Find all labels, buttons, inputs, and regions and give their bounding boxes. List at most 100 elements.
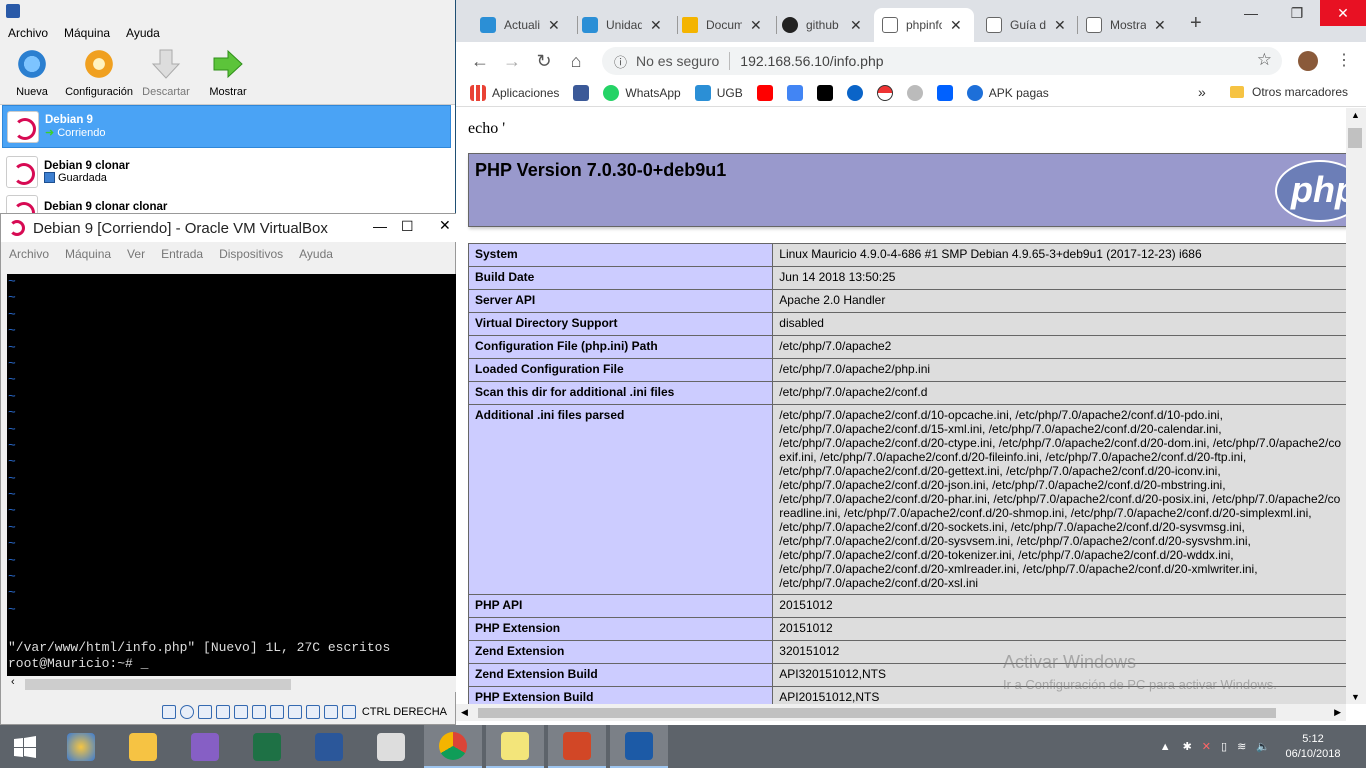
tab-github[interactable]: github ✕ [774, 8, 874, 42]
close-tab-icon[interactable]: ✕ [548, 17, 560, 34]
tab-mostrar[interactable]: Mostra ✕ [1078, 8, 1182, 42]
security-status[interactable]: No es seguro [636, 53, 719, 69]
bookmark-facebook[interactable] [573, 85, 590, 101]
forward-arrow-icon[interactable]: → [496, 51, 528, 72]
close-tab-icon[interactable]: ✕ [1054, 17, 1066, 34]
menu-maquina[interactable]: Máquina [56, 24, 118, 44]
scroll-left-icon[interactable]: ◀ [461, 707, 468, 718]
tray-expand-icon[interactable]: ▲ [1160, 741, 1171, 753]
keyboard-capture-icon[interactable] [341, 705, 356, 719]
php-logo[interactable]: php [1275, 160, 1346, 222]
new-vm-button[interactable]: Nueva [2, 48, 62, 100]
taskbar-sticky-notes[interactable] [486, 725, 544, 768]
recording-icon[interactable] [287, 705, 302, 719]
taskbar-visual-studio[interactable] [176, 725, 234, 768]
close-tab-icon[interactable]: ✕ [750, 17, 762, 34]
taskbar-chrome[interactable] [424, 725, 482, 768]
close-tab-icon[interactable]: ✕ [950, 17, 962, 34]
vm-list-item[interactable]: Debian 9 clonar Guardada [2, 150, 451, 193]
battery-icon[interactable]: ▯ [1221, 740, 1227, 753]
vm-titlebar[interactable]: Debian 9 [Corriendo] - Oracle VM Virtual… [1, 214, 457, 242]
scroll-right-icon[interactable]: ▶ [1334, 707, 1341, 718]
vm-menu-ver[interactable]: Ver [119, 244, 153, 266]
bookmark-chrome-ext[interactable] [906, 85, 923, 101]
bookmark-dropbox[interactable] [936, 85, 953, 101]
address-bar[interactable]: ⓘ No es seguro 192.168.56.10/info.php ☆ [602, 47, 1282, 75]
menu-ayuda[interactable]: Ayuda [118, 24, 168, 44]
menu-archivo[interactable]: Archivo [0, 24, 56, 44]
bookmark-apps[interactable]: Aplicaciones [470, 85, 559, 101]
page-vertical-scrollbar[interactable]: ▲ ▼ [1346, 108, 1366, 704]
scroll-down-icon[interactable]: ▼ [1351, 692, 1360, 702]
close-tab-icon[interactable]: ✕ [850, 17, 862, 34]
network-icon[interactable] [215, 705, 230, 719]
bookmark-x[interactable] [816, 85, 833, 101]
taskbar-word[interactable] [300, 725, 358, 768]
close-button[interactable]: ✕ [439, 217, 451, 234]
tab-actualiz[interactable]: Actualiz ✕ [472, 8, 576, 42]
bookmark-translate[interactable] [786, 85, 803, 101]
bookmark-whatsapp[interactable]: WhatsApp [603, 85, 681, 101]
home-icon[interactable]: ⌂ [560, 51, 592, 72]
taskbar-excel[interactable] [238, 725, 296, 768]
discard-button[interactable]: Descartar [136, 48, 196, 100]
info-icon[interactable]: ⓘ [614, 52, 627, 71]
minimize-button[interactable]: — [1228, 0, 1274, 26]
scroll-thumb[interactable] [25, 679, 291, 690]
start-button[interactable] [0, 725, 50, 768]
cpu-icon[interactable] [305, 705, 320, 719]
bluetooth-icon[interactable]: ✱ [1183, 740, 1192, 753]
vm-menu-ayuda[interactable]: Ayuda [291, 244, 341, 266]
page-horizontal-scrollbar[interactable]: ◀ ▶ [456, 704, 1346, 721]
close-window-button[interactable]: ✕ [1320, 0, 1366, 26]
volume-icon[interactable]: 🔈 [1256, 740, 1270, 753]
url-text[interactable]: 192.168.56.10/info.php [740, 53, 883, 69]
tab-phpinfo[interactable]: phpinfo ✕ [874, 8, 974, 42]
other-bookmarks[interactable]: Otros marcadores [1230, 85, 1348, 99]
back-arrow-icon[interactable]: ← [464, 51, 496, 72]
usb-icon[interactable] [233, 705, 248, 719]
display-icon[interactable] [269, 705, 284, 719]
vm-list-item[interactable]: Debian 9 clonar clonar [2, 195, 451, 215]
vm-menu-dispositivos[interactable]: Dispositivos [211, 244, 291, 266]
scroll-thumb[interactable] [1348, 128, 1362, 148]
maximize-button[interactable]: ☐ [401, 218, 414, 235]
vm-menu-archivo[interactable]: Archivo [1, 244, 57, 266]
scroll-left-icon[interactable]: ‹ [11, 676, 15, 688]
chrome-menu-icon[interactable]: ⋮ [1336, 50, 1352, 70]
bookmark-apk[interactable]: APK pagas [966, 85, 1049, 101]
tab-unidad[interactable]: Unidad ✕ [574, 8, 678, 42]
shared-folder-icon[interactable] [251, 705, 266, 719]
mouse-integration-icon[interactable] [323, 705, 338, 719]
close-tab-icon[interactable]: ✕ [1154, 17, 1166, 34]
taskbar-explorer[interactable] [114, 725, 172, 768]
vm-list-item[interactable]: Debian 9 ➜ Corriendo [2, 105, 451, 148]
taskbar-app[interactable] [362, 725, 420, 768]
scroll-up-icon[interactable]: ▲ [1351, 110, 1360, 120]
wifi-icon[interactable]: ≋ [1237, 740, 1246, 753]
tab-guia[interactable]: Guía d ✕ [978, 8, 1078, 42]
reload-icon[interactable]: ↻ [528, 51, 560, 72]
tab-documento[interactable]: Docum ✕ [674, 8, 778, 42]
vm-terminal[interactable]: ~ ~ ~ ~ ~ ~ ~ ~ ~ ~ ~ ~ ~ ~ ~ ~ ~ ~ ~ ~ ~ "/var/www/html/inf… [7, 274, 457, 676]
new-tab-button[interactable]: + [1190, 12, 1202, 35]
bookmark-star-icon[interactable]: ☆ [1257, 50, 1272, 70]
hdd-icon[interactable] [161, 705, 176, 719]
profile-avatar[interactable] [1298, 51, 1318, 71]
taskbar-virtualbox[interactable] [610, 725, 668, 768]
scroll-thumb[interactable] [478, 708, 1276, 718]
optical-drive-icon[interactable] [179, 705, 194, 719]
taskbar-powerpoint[interactable] [548, 725, 606, 768]
vm-menu-maquina[interactable]: Máquina [57, 244, 119, 266]
bookmark-ugb[interactable]: UGB [694, 85, 743, 101]
vm-menu-entrada[interactable]: Entrada [153, 244, 211, 266]
bookmark-onedrive[interactable] [846, 85, 863, 101]
audio-icon[interactable] [197, 705, 212, 719]
taskbar-paint[interactable] [52, 725, 110, 768]
bookmark-pokeball[interactable] [876, 85, 893, 101]
bookmarks-overflow-icon[interactable]: » [1198, 84, 1206, 100]
minimize-button[interactable]: — [373, 218, 387, 234]
settings-button[interactable]: Configuración [64, 48, 134, 100]
close-tab-icon[interactable]: ✕ [650, 17, 662, 34]
vm-horizontal-scrollbar[interactable]: ‹ [7, 676, 457, 692]
